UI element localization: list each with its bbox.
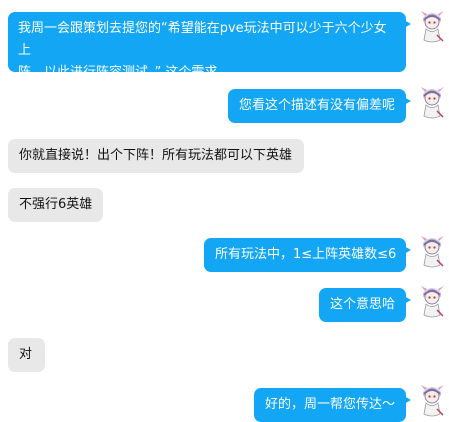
message-bubble-incoming: 不强行6英雄: [8, 188, 103, 222]
message-text: 这个意思哈: [330, 297, 396, 312]
anime-girl-avatar-icon[interactable]: [417, 8, 447, 44]
message-bubble-outgoing: 您看这个描述有没有偏差呢: [228, 89, 411, 123]
message-bubble-outgoing: 所有玩法中，1≤上阵英雄数≤6: [204, 238, 411, 272]
message-text: 好的，周一帮您传达～: [265, 397, 396, 412]
message-bubble-outgoing: 这个意思哈: [319, 288, 411, 322]
anime-girl-avatar-icon[interactable]: [417, 283, 447, 319]
anime-girl-avatar-icon[interactable]: [417, 382, 447, 418]
message-line: 我周一会跟策划去提您的“希望能在pve玩法中可以少于六个少女上: [18, 21, 387, 58]
message-text: 对: [19, 347, 33, 362]
message-text: 所有玩法中，1≤上阵英雄数≤6: [215, 247, 397, 262]
anime-girl-avatar-icon[interactable]: [417, 84, 447, 120]
message-bubble-incoming: 你就直接说！出个下阵！所有玩法都可以下英雄: [8, 139, 304, 173]
message-text: 不强行6英雄: [19, 197, 93, 212]
chat-window: 我周一会跟策划去提您的“希望能在pve玩法中可以少于六个少女上 阵，以此进行阵容…: [0, 0, 449, 422]
message-bubble-outgoing: 好的，周一帮您传达～: [254, 388, 411, 422]
anime-girl-avatar-icon[interactable]: [417, 233, 447, 269]
message-bubble-incoming: 对: [8, 338, 45, 372]
message-line: 阵，以此进行阵容测试。” 这个需求: [18, 65, 218, 80]
message-text: 您看这个描述有没有偏差呢: [239, 98, 396, 113]
message-text: 你就直接说！出个下阵！所有玩法都可以下英雄: [19, 148, 293, 163]
message-bubble-outgoing: 我周一会跟策划去提您的“希望能在pve玩法中可以少于六个少女上 阵，以此进行阵容…: [8, 12, 411, 80]
